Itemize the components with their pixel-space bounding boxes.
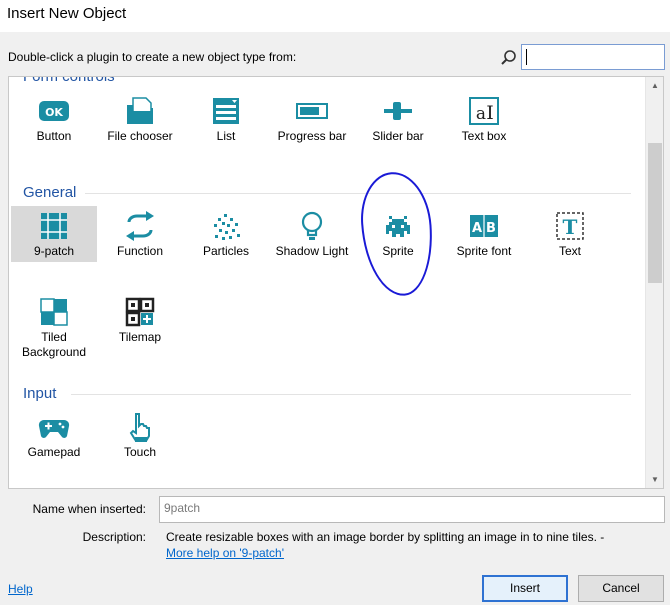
tiled-background-icon xyxy=(40,298,68,326)
svg-text:a: a xyxy=(476,104,486,124)
plugin-label: Gamepad xyxy=(27,445,81,459)
text-box-icon: a I xyxy=(469,97,499,125)
name-field[interactable]: 9patch xyxy=(159,496,665,523)
text-caret xyxy=(526,49,527,65)
plugin-tiled-background[interactable]: Tiled Background xyxy=(11,292,97,364)
svg-text:I: I xyxy=(486,102,494,124)
plugin-function[interactable]: Function xyxy=(97,206,183,262)
sprite-font-icon: A B xyxy=(470,215,498,237)
plugin-sprite[interactable]: Sprite xyxy=(355,206,441,262)
insert-button[interactable]: Insert xyxy=(482,575,568,602)
shadow-light-icon xyxy=(301,211,323,240)
plugin-label: Particles xyxy=(202,244,249,258)
category-general: General xyxy=(23,184,77,201)
scroll-up-icon[interactable]: ▲ xyxy=(646,77,663,94)
sprite-icon xyxy=(386,216,410,237)
plugin-progress-bar[interactable]: Progress bar xyxy=(269,91,355,147)
plugin-touch[interactable]: Touch xyxy=(97,407,183,463)
cancel-button[interactable]: Cancel xyxy=(578,575,664,602)
plugin-label: 9-patch xyxy=(33,244,75,258)
file-chooser-icon xyxy=(127,97,153,124)
name-label: Name when inserted: xyxy=(32,502,146,516)
button-icon: OK xyxy=(39,101,69,121)
description-text: Create resizable boxes with an image bor… xyxy=(166,530,605,544)
plugin-label: Text xyxy=(558,244,581,258)
plugin-text-box[interactable]: a I Text box xyxy=(441,91,527,147)
search-icon xyxy=(501,50,516,65)
plugin-tilemap[interactable]: Tilemap xyxy=(97,292,183,348)
nine-patch-icon xyxy=(41,213,67,239)
tilemap-icon xyxy=(125,297,155,327)
description-label: Description: xyxy=(82,530,146,544)
plugin-slider-bar[interactable]: Slider bar xyxy=(355,91,441,147)
window-title: Insert New Object xyxy=(7,5,127,22)
particles-icon xyxy=(214,214,240,240)
search-input[interactable] xyxy=(521,44,665,70)
touch-icon xyxy=(129,413,150,442)
plugin-label: Tiled Background xyxy=(21,330,87,359)
scroll-thumb[interactable] xyxy=(648,143,662,283)
plugin-particles[interactable]: Particles xyxy=(183,206,269,262)
progress-bar-icon xyxy=(296,103,328,119)
plugin-label: Sprite xyxy=(382,244,414,258)
plugin-label: Slider bar xyxy=(372,129,424,143)
plugin-9-patch[interactable]: 9-patch xyxy=(11,206,97,262)
list-icon xyxy=(213,98,239,124)
gamepad-icon xyxy=(38,419,70,438)
category-form-controls: Form controls xyxy=(23,76,115,85)
plugin-list-item[interactable]: List xyxy=(183,91,269,147)
scroll-down-icon[interactable]: ▼ xyxy=(646,471,663,488)
plugin-button[interactable]: OK Button xyxy=(11,91,97,147)
category-divider xyxy=(85,193,631,194)
instruction-text: Double-click a plugin to create a new ob… xyxy=(8,50,297,64)
plugin-label: Function xyxy=(116,244,164,258)
plugin-label: Tilemap xyxy=(118,330,162,344)
vertical-scrollbar[interactable]: ▲ ▼ xyxy=(645,77,663,488)
text-icon: T xyxy=(556,212,584,240)
svg-text:A: A xyxy=(472,221,482,236)
category-divider xyxy=(71,394,631,395)
function-icon xyxy=(126,211,154,241)
plugin-list[interactable]: Form controls OK Button File chooser Lis… xyxy=(8,76,664,489)
plugin-label: File chooser xyxy=(107,129,173,143)
plugin-label: Touch xyxy=(123,445,157,459)
plugin-label: Progress bar xyxy=(277,129,347,143)
category-input: Input xyxy=(23,385,57,402)
svg-text:OK: OK xyxy=(45,106,63,119)
svg-text:T: T xyxy=(563,215,578,239)
plugin-label: Text box xyxy=(461,129,507,143)
plugin-label: Sprite font xyxy=(456,244,512,258)
title-bar: Insert New Object xyxy=(0,0,670,32)
plugin-label: Shadow Light xyxy=(275,244,349,258)
plugin-sprite-font[interactable]: A B Sprite font xyxy=(441,206,527,262)
slider-bar-icon xyxy=(384,102,412,120)
more-help-link[interactable]: More help on '9-patch' xyxy=(166,546,284,560)
plugin-file-chooser[interactable]: File chooser xyxy=(97,91,183,147)
plugin-label: Button xyxy=(36,129,72,143)
plugin-gamepad[interactable]: Gamepad xyxy=(11,407,97,463)
plugin-label: List xyxy=(216,129,236,143)
plugin-shadow-light[interactable]: Shadow Light xyxy=(269,206,355,262)
help-link[interactable]: Help xyxy=(8,582,33,596)
plugin-text[interactable]: T Text xyxy=(527,206,613,262)
svg-text:B: B xyxy=(486,221,496,236)
